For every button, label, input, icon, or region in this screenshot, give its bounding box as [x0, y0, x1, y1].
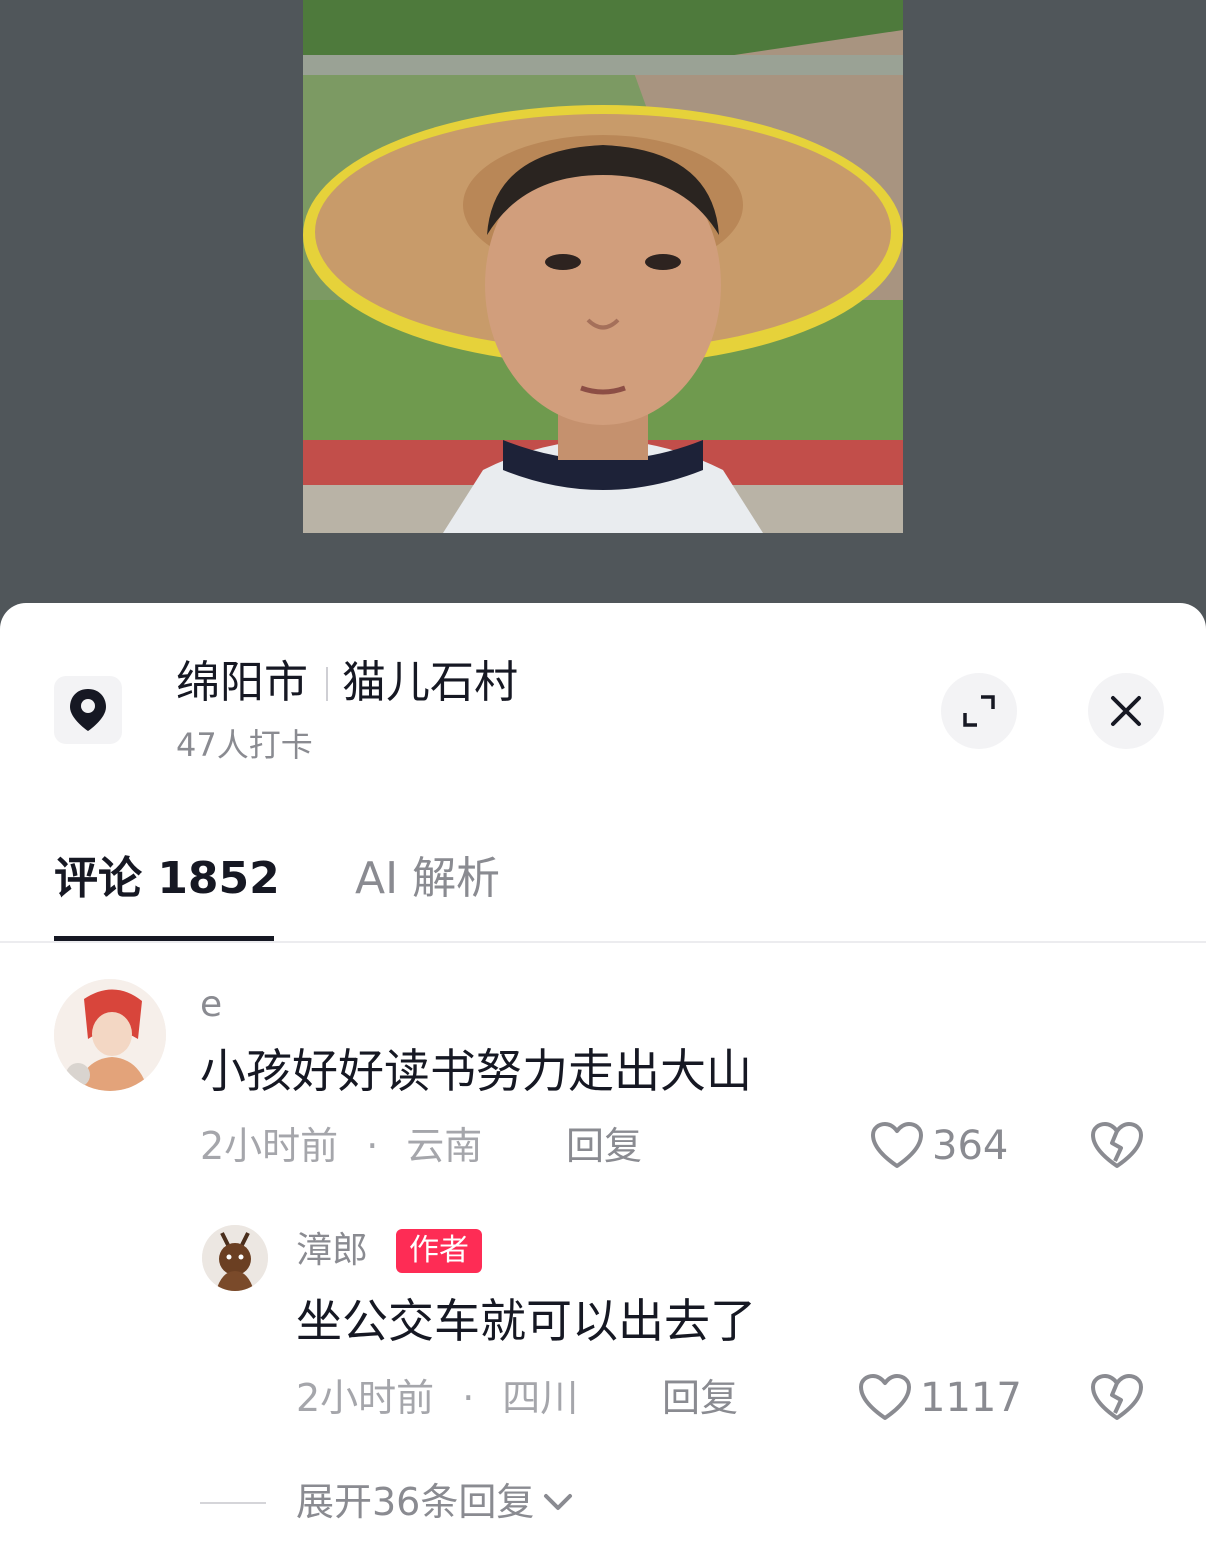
tab-ai-analysis[interactable]: AI 解析 [355, 849, 500, 909]
reply-like-count: 1117 [920, 1375, 1022, 1421]
expand-replies-label: 展开36条回复 [296, 1480, 535, 1524]
reply-button[interactable]: 回复 [566, 1121, 642, 1171]
comment-username[interactable]: e [200, 983, 222, 1027]
location-village: 猫儿石村 [342, 657, 518, 708]
reply-time: 2小时前 [296, 1376, 435, 1420]
location-pin-icon [54, 676, 122, 744]
heart-outline-icon [871, 1122, 923, 1168]
location-separator [326, 667, 328, 701]
reply-username[interactable]: 漳郎 [296, 1229, 368, 1273]
reply-dislike-button[interactable] [1090, 1373, 1144, 1427]
comment-sheet: 绵阳市 猫儿石村 47人打卡 评论 1852 AI 解析 e 小孩好好读书努力走出… [0, 603, 1206, 1541]
location-city: 绵阳市 [176, 657, 308, 708]
heart-outline-icon [859, 1374, 911, 1420]
reply-meta: 2小时前 · 四川 [296, 1373, 578, 1423]
reply-like-button[interactable]: 1117 [858, 1373, 1022, 1423]
tab-bar: 评论 1852 AI 解析 [0, 833, 1206, 943]
expand-button[interactable] [941, 673, 1017, 749]
comment-region: 云南 [406, 1124, 483, 1168]
broken-heart-icon [1091, 1374, 1143, 1420]
dislike-button[interactable] [1090, 1121, 1144, 1175]
tab-divider [0, 941, 1206, 943]
chevron-down-icon [544, 1494, 573, 1510]
location-title[interactable]: 绵阳市 猫儿石村 [176, 655, 518, 711]
comment-time: 2小时前 [200, 1124, 339, 1168]
expand-replies-button[interactable]: 展开36条回复 [296, 1475, 574, 1529]
broken-heart-icon [1091, 1122, 1143, 1168]
like-button[interactable]: 364 [870, 1121, 1008, 1171]
reply-reply-button[interactable]: 回复 [662, 1373, 738, 1423]
checkin-count: 47人打卡 [176, 726, 313, 764]
comment-text: 小孩好好读书努力走出大山 [200, 1044, 752, 1098]
reply-avatar[interactable] [202, 1225, 268, 1291]
expand-divider [200, 1502, 266, 1504]
author-badge: 作者 [396, 1229, 482, 1273]
comment-avatar[interactable] [54, 979, 166, 1091]
reply-text: 坐公交车就可以出去了 [296, 1294, 756, 1348]
tab-comments[interactable]: 评论 1852 [54, 849, 280, 909]
close-icon [1111, 696, 1141, 726]
meta-separator: · [462, 1376, 475, 1420]
close-button[interactable] [1088, 673, 1164, 749]
post-photo[interactable] [303, 0, 903, 533]
expand-icon [963, 695, 995, 727]
comment-meta: 2小时前 · 云南 [200, 1121, 482, 1171]
reply-region: 四川 [502, 1376, 579, 1420]
meta-separator: · [366, 1124, 379, 1168]
like-count: 364 [932, 1123, 1009, 1169]
